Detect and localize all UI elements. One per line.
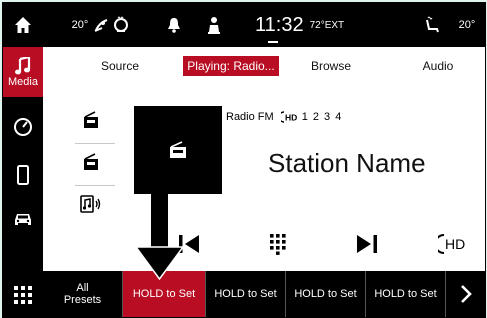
keypad-icon <box>270 234 286 255</box>
skip-next-icon <box>357 235 377 253</box>
station-meta: Radio FM HD 1 2 3 4 <box>226 111 342 123</box>
clock: 11:32 <box>255 13 304 36</box>
gauge-icon <box>14 118 32 136</box>
all-presets-line1: All <box>76 282 89 294</box>
person-icon[interactable] <box>203 3 225 47</box>
radio-artwork-icon <box>170 141 186 158</box>
divider <box>75 185 115 186</box>
preset-1[interactable]: HOLD to Set <box>123 271 206 317</box>
hd-radio-icon: HD <box>280 111 297 123</box>
band-label: Radio FM <box>226 111 274 123</box>
hd-channels[interactable]: 1 2 3 4 <box>302 111 343 123</box>
bell-icon[interactable] <box>163 3 185 47</box>
preset-3[interactable]: HOLD to Set <box>286 271 366 317</box>
tab-playing-radio[interactable]: Playing: Radio... <box>183 56 279 76</box>
nav-media[interactable]: Media <box>3 47 43 97</box>
nav-gauge[interactable] <box>3 107 43 147</box>
fm-radio-icon[interactable] <box>73 151 109 173</box>
fan-icon[interactable] <box>91 3 111 47</box>
station-name: Station Name <box>268 148 426 178</box>
nav-phone[interactable] <box>3 155 43 195</box>
now-playing-panel: Radio FM HD 1 2 3 4 Station Name HD <box>43 85 485 271</box>
infotainment-screen: 20° 11:32 72°EXT 20° Media Source Playin… <box>2 2 486 318</box>
skip-previous-icon <box>179 235 199 253</box>
nav-media-label: Media <box>8 75 38 88</box>
tab-source[interactable]: Source <box>87 56 153 76</box>
preset-4[interactable]: HOLD to Set <box>366 271 446 317</box>
seat-heat-icon[interactable] <box>111 3 131 47</box>
left-nav: Media <box>3 47 43 317</box>
chevron-right-icon <box>460 285 472 303</box>
nav-vehicle[interactable] <box>3 199 43 239</box>
nav-apps[interactable] <box>3 275 43 315</box>
am-radio-icon[interactable] <box>73 109 109 131</box>
status-bar: 20° 11:32 72°EXT 20° <box>3 3 485 47</box>
all-presets-button[interactable]: All Presets <box>43 271 123 317</box>
music-source-icon[interactable] <box>73 193 109 217</box>
presets-bar: All Presets HOLD to Set HOLD to Set HOLD… <box>43 271 485 317</box>
svg-text:HD: HD <box>285 113 297 123</box>
right-temp[interactable]: 20° <box>455 3 479 47</box>
media-tabs: Source Playing: Radio... Browse Audio <box>43 47 485 86</box>
car-icon <box>15 214 31 225</box>
divider <box>75 143 115 144</box>
music-note-icon <box>15 56 31 74</box>
direct-tune-button[interactable] <box>261 227 295 261</box>
seek-forward-button[interactable] <box>349 227 383 261</box>
phone-icon <box>17 165 29 185</box>
seat-heat-right-icon[interactable] <box>421 3 443 47</box>
presets-next-button[interactable] <box>446 271 485 317</box>
left-temp[interactable]: 20° <box>69 3 91 47</box>
home-icon[interactable] <box>11 3 35 47</box>
preset-2[interactable]: HOLD to Set <box>206 271 286 317</box>
all-presets-line2: Presets <box>63 294 102 306</box>
seek-back-button[interactable] <box>173 227 207 261</box>
station-artwork <box>134 106 222 194</box>
tab-audio[interactable]: Audio <box>407 56 469 76</box>
exterior-temp: 72°EXT <box>309 19 345 31</box>
tab-browse[interactable]: Browse <box>299 56 363 76</box>
hd-toggle-button[interactable]: HD <box>435 227 469 261</box>
hd-radio-large-icon: HD <box>438 234 465 254</box>
grid-icon <box>14 286 32 304</box>
drawer-handle-icon[interactable] <box>268 41 278 43</box>
svg-text:HD: HD <box>445 236 465 252</box>
